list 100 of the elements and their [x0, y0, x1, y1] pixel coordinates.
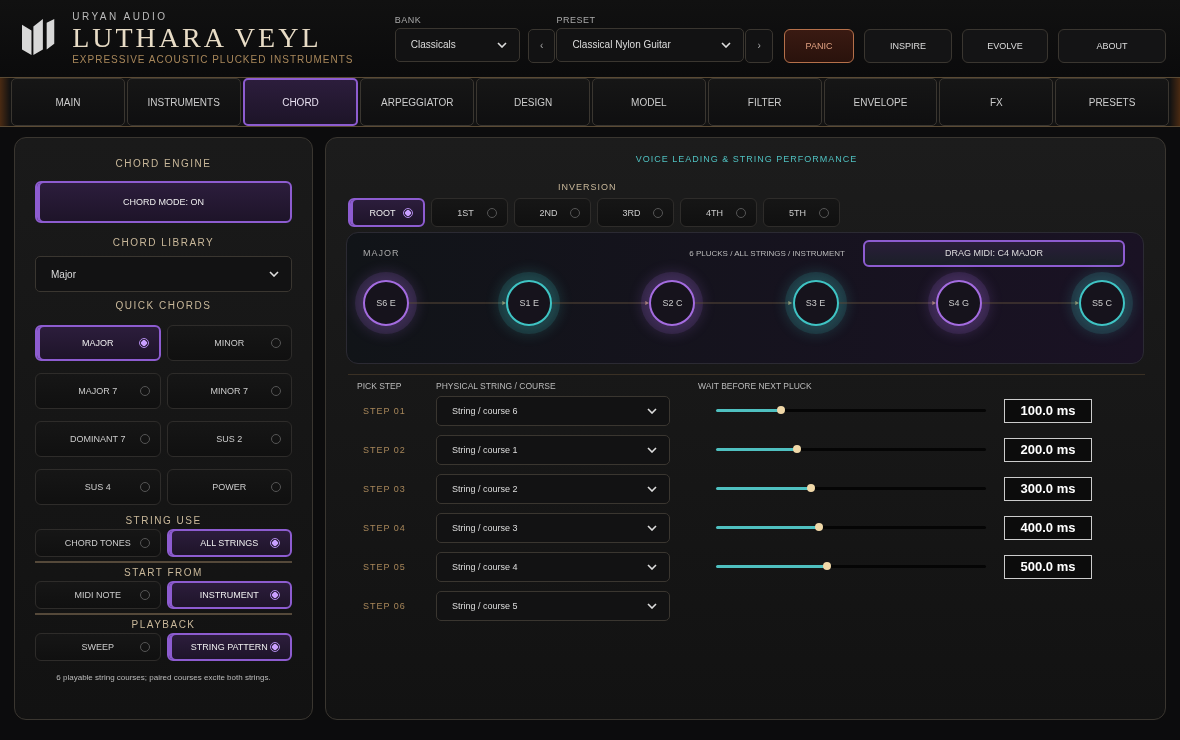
- chevron-down-icon: [647, 563, 657, 570]
- option-button[interactable]: ROOT: [348, 198, 425, 227]
- option-button[interactable]: INSTRUMENT: [166, 581, 292, 609]
- option-button[interactable]: STRING PATTERN: [166, 633, 292, 661]
- option-button[interactable]: MINOR: [166, 325, 292, 361]
- wait-value[interactable]: 300.0 ms: [1004, 476, 1092, 501]
- section-title: CHORD LIBRARY: [111, 237, 216, 248]
- option-button[interactable]: 3RD: [597, 198, 674, 227]
- string-dropdown[interactable]: String / course 2: [436, 473, 670, 504]
- option-button[interactable]: 4TH: [680, 198, 757, 227]
- tab[interactable]: FILTER: [707, 78, 822, 126]
- tab[interactable]: DESIGN: [476, 78, 590, 126]
- field-label: PRESET: [556, 14, 597, 25]
- chevron-down-icon: [647, 524, 657, 531]
- chevron-down-icon: [647, 407, 657, 414]
- product-subtitle: EXPRESSIVE ACOUSTIC PLUCKED INSTRUMENTS: [72, 54, 355, 65]
- option-button[interactable]: SWEEP: [35, 633, 161, 661]
- section-title: INVERSION: [558, 182, 618, 192]
- chevron-down-icon: [496, 41, 507, 48]
- drag-midi-button[interactable]: DRAG MIDI: C4 MAJOR: [863, 239, 1125, 267]
- section-title: STRING USE: [124, 515, 203, 526]
- wait-slider[interactable]: [716, 487, 986, 490]
- radio-icon: [403, 207, 413, 218]
- slider-thumb[interactable]: [776, 406, 785, 414]
- tab[interactable]: CHORD: [242, 78, 359, 126]
- panel-title: VOICE LEADING & STRING PERFORMANCE: [634, 154, 859, 164]
- wait-slider[interactable]: [716, 526, 986, 529]
- option-button[interactable]: CHORD TONES: [35, 529, 161, 557]
- company-name: URYAN AUDIO: [72, 11, 169, 22]
- option-button[interactable]: POWER: [166, 469, 292, 505]
- option-button[interactable]: 5TH: [763, 198, 840, 227]
- string-dropdown[interactable]: String / course 5: [436, 590, 670, 621]
- radio-icon: [270, 538, 280, 548]
- string-dropdown[interactable]: String / course 4: [436, 551, 670, 582]
- step-label: STEP 06: [362, 600, 407, 611]
- string-node[interactable]: S2 C: [649, 280, 696, 326]
- chord-mode-toggle[interactable]: CHORD MODE: ON: [35, 181, 292, 223]
- option-button[interactable]: MAJOR 7: [35, 373, 161, 409]
- chord-library-dropdown[interactable]: Major: [35, 256, 292, 292]
- footnote: 6 playable string courses; paired courses excite both strings.: [55, 673, 272, 682]
- previous-button[interactable]: ‹: [527, 28, 556, 63]
- slider-thumb[interactable]: [806, 484, 815, 492]
- string-dropdown[interactable]: String / course 6: [436, 395, 670, 426]
- header-button[interactable]: INSPIRE: [864, 28, 952, 63]
- string-dropdown[interactable]: String / course 1: [436, 434, 670, 465]
- header-button[interactable]: PANIC: [784, 28, 854, 63]
- chevron-down-icon: [647, 446, 657, 453]
- option-button[interactable]: ALL STRINGS: [166, 529, 292, 557]
- tab[interactable]: ARPEGGIATOR: [360, 78, 475, 126]
- string-node[interactable]: S6 E: [363, 280, 409, 326]
- wait-value[interactable]: 200.0 ms: [1004, 437, 1092, 462]
- wait-value[interactable]: 100.0 ms: [1004, 398, 1092, 423]
- section-title: START FROM: [123, 567, 204, 578]
- wait-slider[interactable]: [716, 565, 986, 568]
- radio-icon: [270, 590, 280, 600]
- preset-dropdown[interactable]: Classical Nylon Guitar: [556, 27, 745, 62]
- slider-thumb[interactable]: [822, 562, 831, 570]
- radio-icon: [138, 338, 149, 348]
- step-label: STEP 05: [362, 561, 407, 572]
- wait-value[interactable]: 500.0 ms: [1004, 554, 1092, 579]
- string-node[interactable]: S3 E: [792, 280, 839, 326]
- string-dropdown[interactable]: String / course 3: [436, 512, 670, 543]
- chevron-down-icon: [721, 41, 732, 48]
- option-button[interactable]: DOMINANT 7: [35, 421, 161, 457]
- step-label: STEP 01: [362, 405, 407, 416]
- wait-slider[interactable]: [716, 448, 986, 451]
- next-button[interactable]: ›: [745, 28, 773, 63]
- section-title: CHORD ENGINE: [114, 158, 213, 169]
- slider-thumb[interactable]: [793, 445, 801, 453]
- string-node[interactable]: S5 C: [1079, 280, 1125, 326]
- option-button[interactable]: MAJOR: [35, 325, 161, 361]
- option-button[interactable]: MINOR 7: [166, 373, 292, 409]
- column-header: WAIT BEFORE NEXT PLUCK: [698, 381, 813, 391]
- chevron-down-icon: [647, 602, 657, 609]
- string-node[interactable]: S4 G: [935, 280, 982, 326]
- wait-value[interactable]: 400.0 ms: [1004, 515, 1092, 540]
- string-node[interactable]: S1 E: [506, 280, 553, 326]
- slider-thumb[interactable]: [814, 523, 823, 531]
- step-label: STEP 03: [362, 483, 407, 494]
- option-button[interactable]: SUS 2: [166, 421, 292, 457]
- chevron-down-icon: [647, 485, 657, 492]
- option-button[interactable]: 2ND: [514, 198, 591, 227]
- option-button[interactable]: 1ST: [431, 198, 508, 227]
- option-button[interactable]: SUS 4: [35, 469, 161, 505]
- tab[interactable]: MAIN: [11, 78, 125, 126]
- tab[interactable]: ENVELOPE: [823, 78, 938, 126]
- field-label: BANK: [394, 14, 423, 25]
- header-button[interactable]: ABOUT: [1058, 28, 1166, 63]
- column-header: PHYSICAL STRING / COURSE: [436, 381, 557, 391]
- tab[interactable]: FX: [939, 78, 1054, 126]
- section-title: QUICK CHORDS: [114, 300, 213, 311]
- option-button[interactable]: MIDI NOTE: [35, 581, 161, 609]
- tab[interactable]: MODEL: [592, 78, 706, 126]
- tab[interactable]: INSTRUMENTS: [126, 78, 241, 126]
- step-label: STEP 02: [362, 444, 407, 455]
- header-button[interactable]: EVOLVE: [962, 28, 1048, 63]
- step-label: STEP 04: [362, 522, 407, 533]
- bank-dropdown[interactable]: Classicals: [394, 27, 520, 62]
- radio-icon: [270, 642, 280, 652]
- tab[interactable]: PRESETS: [1055, 78, 1169, 126]
